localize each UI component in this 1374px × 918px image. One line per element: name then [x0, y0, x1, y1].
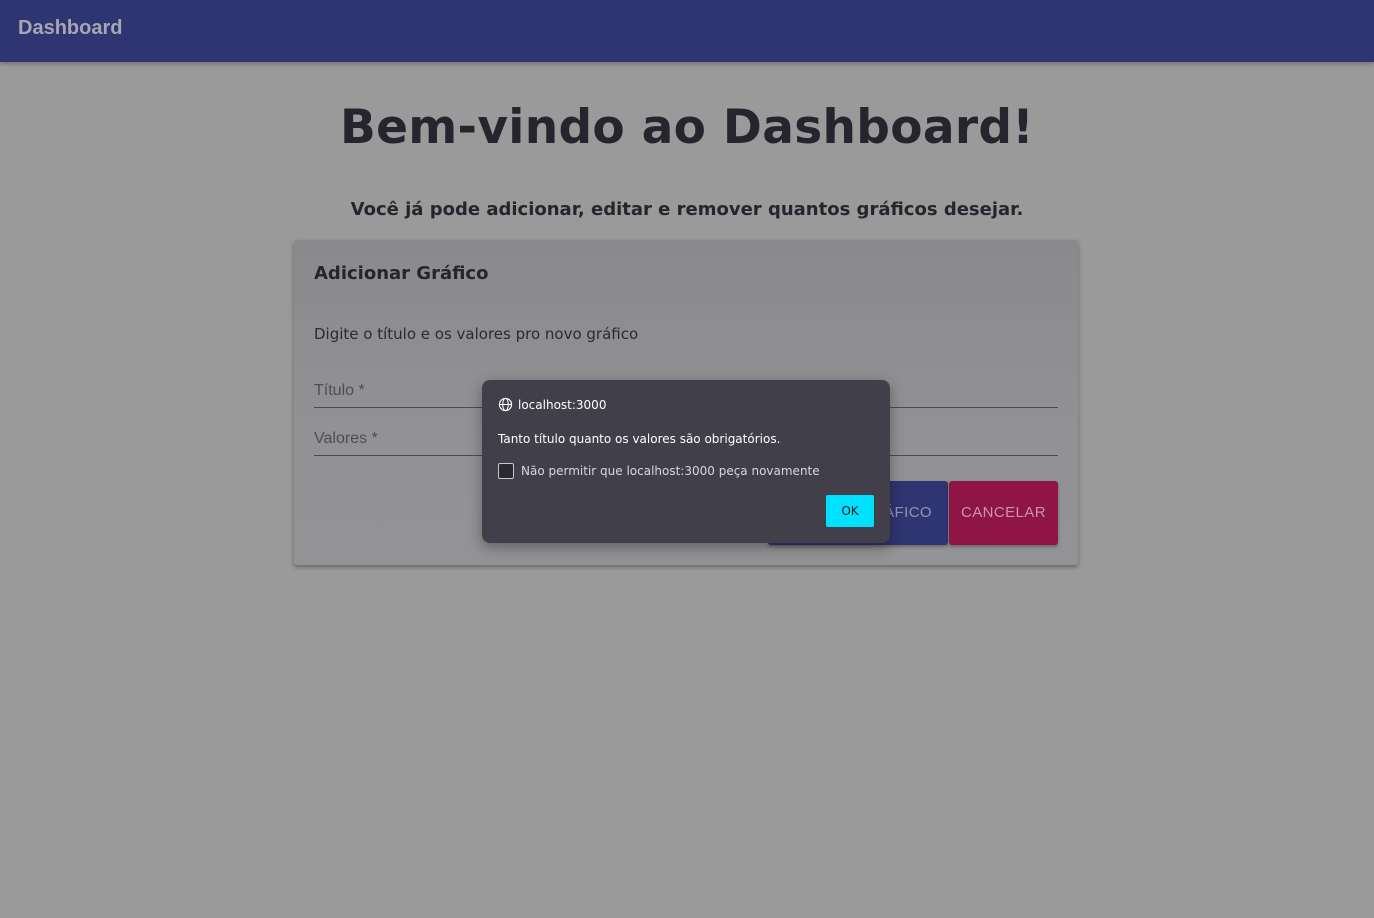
suppress-checkbox-label[interactable]: Não permitir que localhost:3000 peça nov…: [521, 464, 820, 478]
dialog-origin-text: localhost:3000: [518, 397, 607, 412]
dialog-origin: localhost:3000: [498, 397, 606, 412]
dialog-message: Tanto título quanto os valores são obrig…: [498, 432, 781, 446]
app-bar: Dashboard: [0, 0, 1374, 62]
dialog-suppress-row[interactable]: Não permitir que localhost:3000 peça nov…: [498, 463, 820, 479]
globe-icon: [498, 397, 513, 412]
suppress-checkbox[interactable]: [498, 463, 514, 479]
card-title: Adicionar Gráfico: [314, 263, 489, 284]
welcome-heading: Bem-vindo ao Dashboard!: [339, 100, 1035, 155]
alert-dialog: localhost:3000 Tanto título quanto os va…: [482, 380, 890, 543]
app-title: Dashboard: [18, 17, 123, 39]
cancel-button[interactable]: CANCELAR: [949, 481, 1058, 545]
card-description: Digite o título e os valores pro novo gr…: [314, 325, 639, 343]
welcome-subtitle: Você já pode adicionar, editar e remover…: [350, 199, 1024, 220]
title-field-label: Título *: [314, 382, 365, 399]
values-field-label: Valores *: [314, 430, 378, 447]
ok-button[interactable]: OK: [826, 495, 874, 527]
